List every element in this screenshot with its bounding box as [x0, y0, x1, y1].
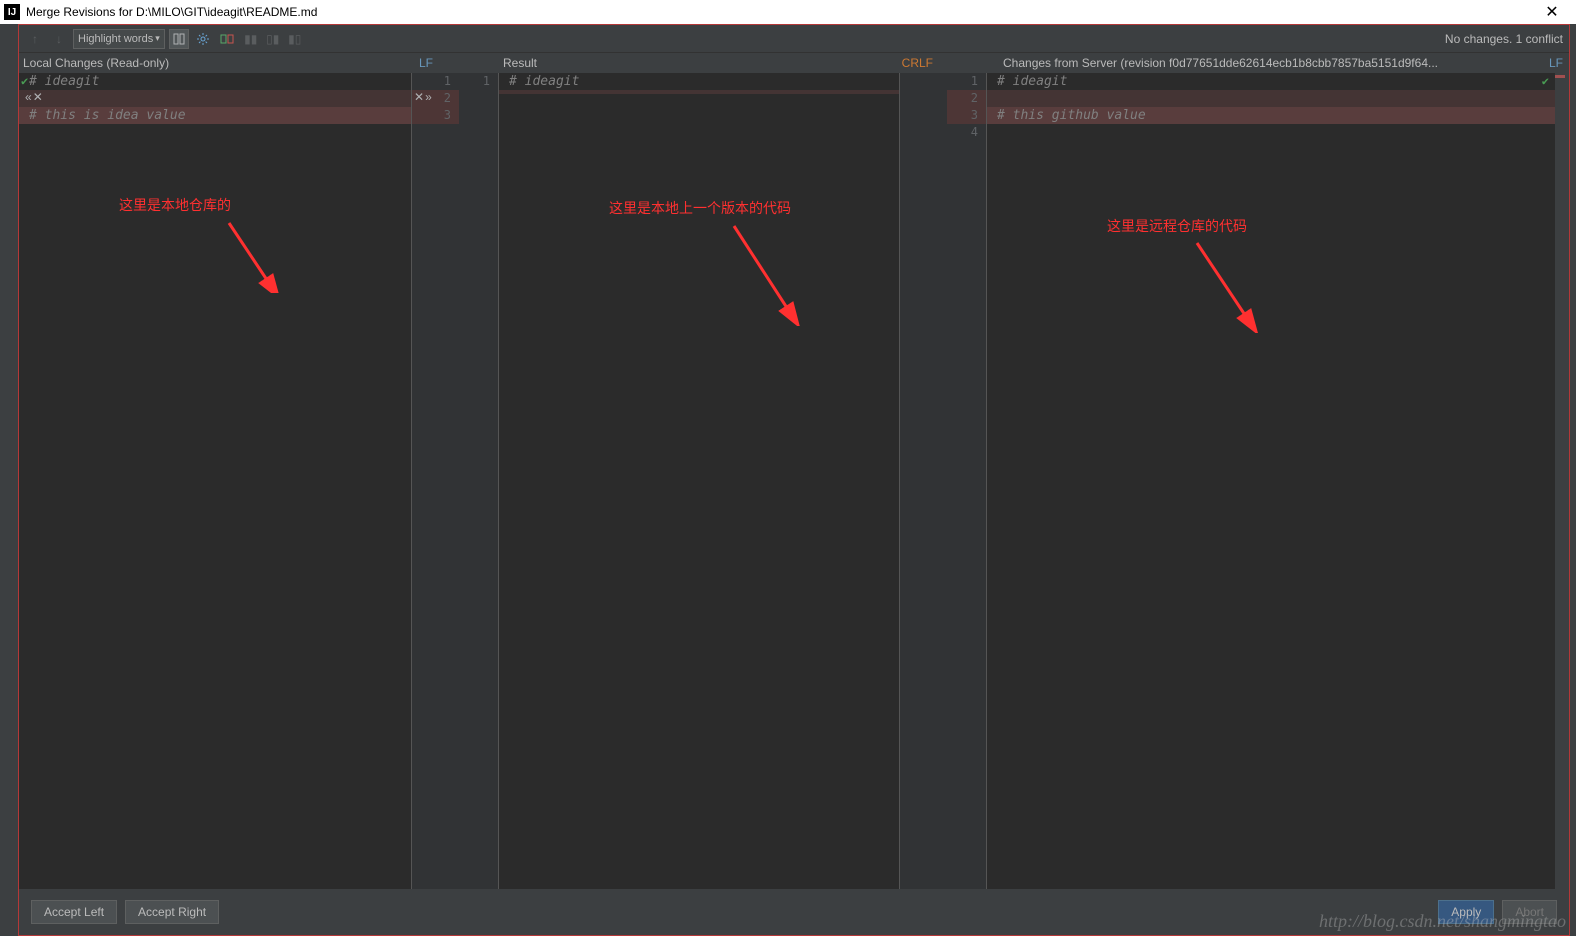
accept-right-button[interactable]: Accept Right: [125, 900, 219, 924]
scroll-marker-strip[interactable]: [1555, 73, 1569, 889]
arrow-icon: [724, 216, 804, 326]
merge-dialog: ↑ ↓ Highlight words ▮▮ ▯▮ ▮▯ No changes.…: [18, 24, 1570, 936]
diff-actions-right: « ✕: [25, 90, 43, 104]
header-mid-encoding[interactable]: CRLF: [902, 56, 933, 70]
header-right-encoding[interactable]: LF: [1549, 56, 1563, 70]
check-icon: ✔: [1542, 74, 1549, 88]
line-number: 1: [412, 73, 459, 90]
diff-insert-marker: [499, 90, 899, 94]
annotation-right: 这里是远程仓库的代码: [1107, 216, 1247, 236]
code-line: # this github value: [987, 107, 1555, 124]
header-right: Changes from Server (revision f0d77651dd…: [999, 53, 1569, 73]
apply-button[interactable]: Apply: [1438, 900, 1494, 924]
annotation-left: 这里是本地仓库的: [119, 195, 231, 215]
status-text: No changes. 1 conflict: [1445, 32, 1563, 46]
gutter-server: 1 2 3 4: [947, 73, 987, 889]
header-left-label: Local Changes (Read-only): [23, 56, 169, 70]
header-mid-label: Result: [503, 56, 537, 70]
layout-3-icon[interactable]: ▮▯: [285, 29, 305, 49]
app-icon: IJ: [4, 4, 20, 20]
diff-actions-left: ✕ »: [414, 90, 432, 104]
settings-icon[interactable]: [193, 29, 213, 49]
bottom-bar: Accept Left Accept Right Apply Abort: [19, 889, 1569, 935]
check-icon: ✔: [21, 74, 28, 88]
header-right-label: Changes from Server (revision f0d77651dd…: [1003, 56, 1438, 70]
pane-result[interactable]: # ideagit 这里是本地上一个版本的代码: [499, 73, 899, 889]
code-line: [987, 90, 1555, 107]
header-mid-gutter: [439, 53, 499, 73]
sync-scroll-icon[interactable]: [169, 29, 189, 49]
pane-local: ✔ # ideagit # this is idea value 这里是本地仓库…: [19, 73, 411, 889]
prev-diff-icon[interactable]: ↑: [25, 29, 45, 49]
annotation-mid: 这里是本地上一个版本的代码: [609, 198, 791, 218]
layout-icons: ▮▮ ▯▮ ▮▯: [241, 29, 305, 49]
header-right-gutter: [939, 53, 999, 73]
highlight-select[interactable]: Highlight words: [73, 29, 165, 49]
line-number: 3: [947, 107, 986, 124]
gutter-result-right: « ✕: [899, 73, 947, 889]
accept-left-button[interactable]: Accept Left: [31, 900, 117, 924]
abort-button[interactable]: Abort: [1502, 900, 1557, 924]
gutter-left-inner: 1 2 3 ✕ »: [411, 73, 459, 889]
layout-1-icon[interactable]: ▮▮: [241, 29, 261, 49]
toolbar: ↑ ↓ Highlight words ▮▮ ▯▮ ▮▯ No changes.…: [19, 25, 1569, 53]
arrow-icon: [219, 213, 279, 293]
code-line: # ideagit: [987, 73, 1555, 90]
conflict-marker[interactable]: [1555, 75, 1565, 78]
titlebar: IJ Merge Revisions for D:\MILO\GIT\ideag…: [0, 0, 1576, 24]
titlebar-text: Merge Revisions for D:\MILO\GIT\ideagit\…: [26, 5, 317, 19]
diff-panes: ✔ # ideagit # this is idea value 这里是本地仓库…: [19, 73, 1569, 889]
gutter-result-left: 1: [459, 73, 499, 889]
line-number: 2: [947, 90, 986, 107]
next-diff-icon[interactable]: ↓: [49, 29, 69, 49]
close-icon[interactable]: ✕: [1532, 2, 1572, 22]
line-number: 1: [947, 73, 986, 90]
line-number: 3: [412, 107, 459, 124]
code-line: # this is idea value: [19, 107, 411, 124]
line-number: 4: [947, 124, 986, 141]
arrow-icon: [1187, 233, 1267, 333]
code-line: # ideagit: [19, 73, 411, 90]
accept-change-icon[interactable]: »: [425, 90, 432, 104]
header-mid: Result CRLF: [499, 53, 939, 73]
external-diff-icon[interactable]: [217, 29, 237, 49]
pane-headers: Local Changes (Read-only) LF Result CRLF…: [19, 53, 1569, 73]
accept-change-icon[interactable]: «: [25, 90, 32, 104]
header-left-encoding[interactable]: LF: [419, 56, 433, 70]
code-line[interactable]: # ideagit: [499, 73, 899, 90]
pane-server: ✔ # ideagit # this github value 这里是远程仓库的…: [987, 73, 1555, 889]
reject-change-icon[interactable]: ✕: [414, 90, 424, 104]
reject-change-icon[interactable]: ✕: [33, 90, 43, 104]
layout-2-icon[interactable]: ▯▮: [263, 29, 283, 49]
ide-left-strip: [0, 24, 18, 936]
line-number: 1: [459, 73, 498, 90]
code-line: [19, 90, 411, 107]
header-left: Local Changes (Read-only) LF: [19, 53, 439, 73]
